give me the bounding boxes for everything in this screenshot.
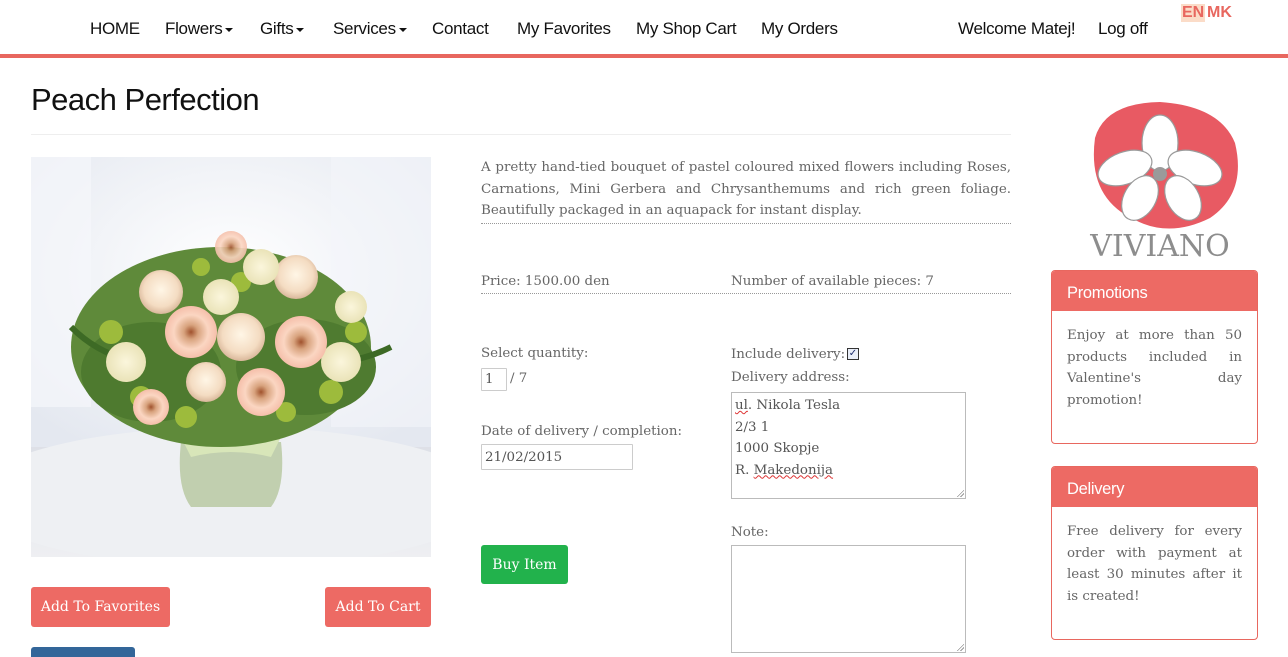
nav-home-link[interactable]: HOME	[90, 19, 140, 39]
promotions-panel-title: Promotions	[1052, 271, 1257, 311]
nav-cart-link[interactable]: My Shop Cart	[636, 19, 737, 39]
resize-handle-icon[interactable]	[956, 643, 964, 651]
viviano-logo: VIVIANO	[1089, 102, 1238, 263]
delivery-date-label: Date of delivery / completion:	[481, 424, 682, 439]
add-to-favorites-button[interactable]: Add To Favorites	[31, 587, 170, 627]
delivery-address-label: Delivery address:	[731, 370, 850, 385]
delivery-panel: Delivery Free delivery for every order w…	[1051, 466, 1258, 640]
bouquet-illustration	[31, 157, 431, 557]
available-pieces: Number of available pieces: 7	[731, 274, 934, 289]
quantity-input[interactable]	[481, 368, 507, 391]
secondary-action-button[interactable]	[31, 647, 135, 657]
resize-handle-icon[interactable]	[956, 489, 964, 497]
lang-en-link[interactable]: EN	[1181, 4, 1206, 22]
delivery-panel-body: Free delivery for every order with payme…	[1067, 524, 1242, 604]
address-line: ul. Nikola Tesla	[735, 398, 841, 413]
nav-services-dropdown[interactable]: Services	[333, 19, 407, 39]
address-line: R. Makedonija	[735, 462, 834, 478]
top-navbar: HOME Flowers Gifts Services Contact My F…	[0, 0, 1288, 58]
nav-gifts-dropdown[interactable]: Gifts	[260, 19, 305, 39]
chevron-down-icon	[398, 27, 407, 32]
address-line-4-word: Makedonija	[753, 462, 834, 478]
buy-item-button[interactable]: Buy Item	[481, 545, 568, 584]
nav-orders-link[interactable]: My Orders	[761, 19, 838, 39]
nav-welcome-user[interactable]: Welcome Matej!	[958, 19, 1076, 39]
promotions-panel: Promotions Enjoy at more than 50 product…	[1051, 270, 1258, 444]
product-description: A pretty hand-tied bouquet of pastel col…	[481, 157, 1011, 224]
address-line-1-prefix: ul	[735, 398, 748, 413]
lang-mk-link[interactable]: MK	[1207, 4, 1232, 22]
nav-flowers-dropdown[interactable]: Flowers	[165, 19, 234, 39]
nav-gifts-label: Gifts	[260, 19, 294, 38]
nav-contact-link[interactable]: Contact	[432, 19, 489, 39]
delivery-address-textarea[interactable]: ul. Nikola Tesla 2/3 1 1000 Skopje R. Ma…	[731, 392, 966, 499]
product-price: Price: 1500.00 den	[481, 274, 610, 289]
chevron-down-icon	[225, 27, 234, 32]
address-line: 2/3 1	[735, 419, 770, 435]
delivery-date-input[interactable]	[481, 444, 633, 470]
chevron-down-icon	[296, 27, 305, 32]
promotions-panel-body: Enjoy at more than 50 products included …	[1067, 328, 1242, 408]
nav-services-label: Services	[333, 19, 396, 38]
logo-wordmark: VIVIANO	[1089, 229, 1230, 263]
nav-favorites-link[interactable]: My Favorites	[517, 19, 611, 39]
include-delivery-checkbox[interactable]: ✓	[847, 348, 859, 360]
nav-logoff-link[interactable]: Log off	[1098, 19, 1148, 39]
product-info-row: Price: 1500.00 den Number of available p…	[481, 274, 1011, 294]
product-image	[31, 157, 431, 557]
nav-flowers-label: Flowers	[165, 19, 223, 38]
include-delivery-label: Include delivery:	[731, 347, 846, 362]
address-line: 1000 Skopje	[735, 441, 820, 456]
quantity-label: Select quantity:	[481, 346, 589, 361]
delivery-panel-title: Delivery	[1052, 467, 1257, 507]
note-label: Note:	[731, 525, 769, 540]
quantity-max: / 7	[510, 371, 528, 386]
note-textarea[interactable]	[731, 545, 966, 653]
page-title: Peach Perfection	[31, 82, 260, 117]
title-divider	[31, 134, 1011, 135]
add-to-cart-button[interactable]: Add To Cart	[325, 587, 431, 627]
